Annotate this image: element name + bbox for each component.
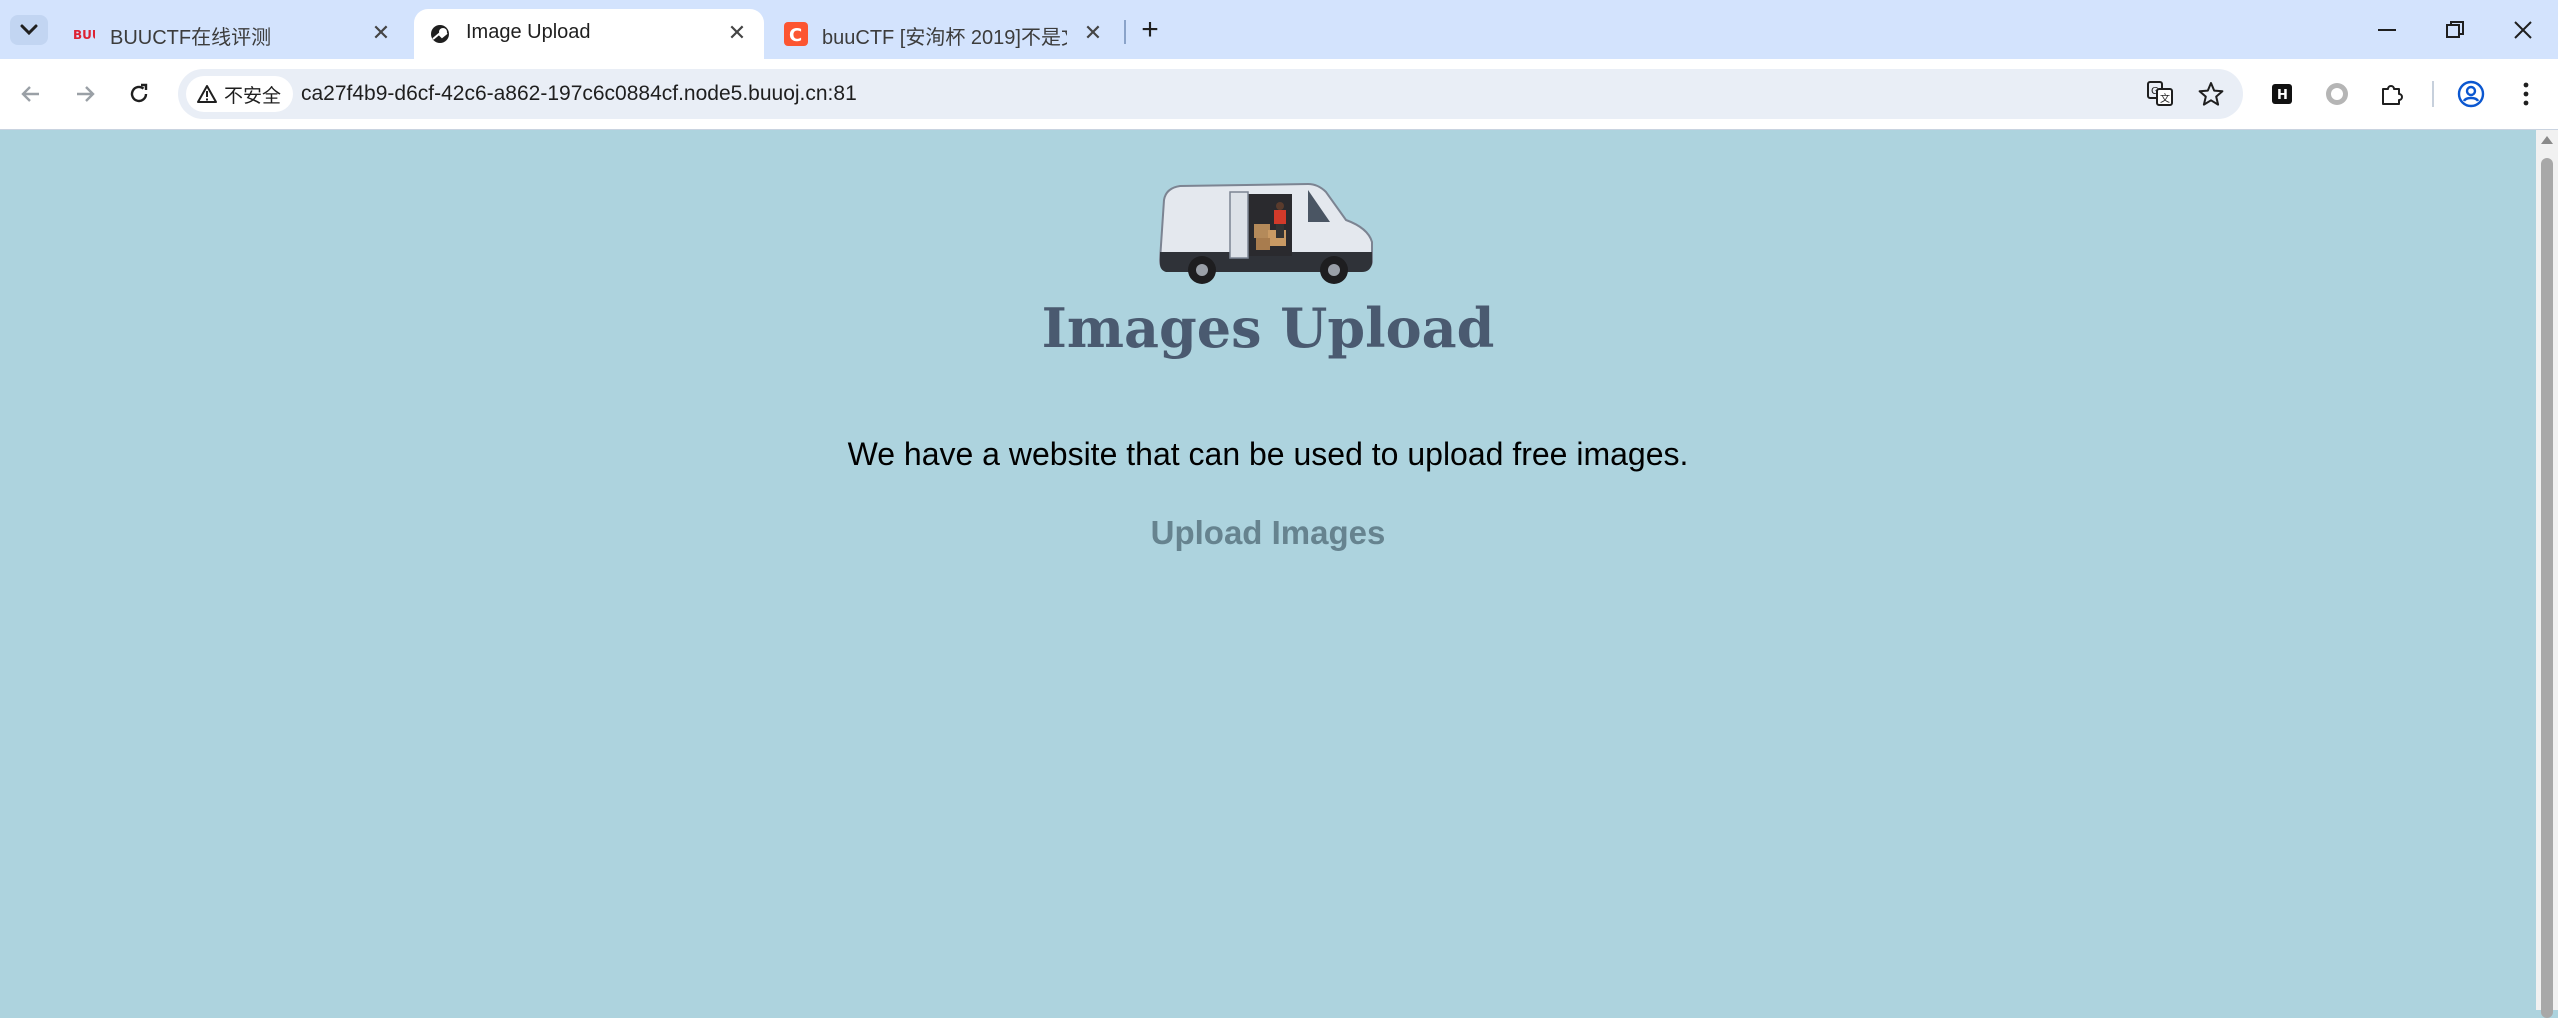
svg-text:文: 文 <box>2160 92 2170 105</box>
star-icon <box>2198 82 2224 106</box>
browser-toolbar: 不安全 ca27f4b9-d6cf-42c6-a862-197c6c0884cf… <box>0 59 2558 130</box>
more-vert-icon <box>2523 82 2529 106</box>
address-bar[interactable]: 不安全 ca27f4b9-d6cf-42c6-a862-197c6c0884cf… <box>178 69 2243 119</box>
tab-title: buuCTF [安洵杯 2019]不是文件 <box>822 27 1067 49</box>
profile-icon <box>2457 80 2485 108</box>
tab-title: BUUCTF在线评测 <box>110 27 272 49</box>
forward-button[interactable] <box>64 73 106 115</box>
buuctf-favicon: BUU <box>72 22 96 46</box>
security-label: 不安全 <box>224 85 282 107</box>
new-tab-button[interactable]: + <box>1133 13 1167 47</box>
close-tab-icon[interactable]: ✕ <box>1080 20 1106 46</box>
extension-circle-button[interactable] <box>2318 75 2356 113</box>
bookmark-button[interactable] <box>2194 77 2228 111</box>
profile-button[interactable] <box>2452 75 2490 113</box>
restore-button[interactable] <box>2420 0 2490 59</box>
translate-icon: G 文 <box>2147 81 2173 106</box>
tab-search-button[interactable] <box>10 15 48 45</box>
web-page: Images Upload We have a website that can… <box>0 130 2536 1010</box>
page-title: Images Upload <box>1041 296 1495 360</box>
toolbar-separator <box>2432 81 2434 107</box>
puzzle-icon <box>2382 85 2403 105</box>
close-tab-icon[interactable]: ✕ <box>724 20 750 46</box>
extensions-button[interactable] <box>2373 75 2411 113</box>
tab-strip: BUU BUUCTF在线评测 ✕ Image Upload ✕ C buuCTF… <box>0 0 2558 59</box>
tab-separator <box>1124 20 1126 44</box>
tab-title: Image Upload <box>466 21 591 43</box>
tab-image-upload[interactable]: Image Upload ✕ <box>414 9 764 59</box>
upload-images-link[interactable]: Upload Images <box>1120 514 1416 552</box>
svg-text:G: G <box>2151 86 2159 97</box>
arrow-right-icon <box>77 86 95 102</box>
svg-text:H: H <box>2277 88 2288 103</box>
csdn-favicon: C <box>784 22 808 46</box>
tab-buuctf[interactable]: BUU BUUCTF在线评测 ✕ <box>58 9 408 59</box>
scroll-up-arrow-icon[interactable] <box>2541 136 2553 144</box>
h-extension-icon: H <box>2272 84 2292 104</box>
translate-button[interactable]: G 文 <box>2143 77 2177 111</box>
restore-icon <box>2446 20 2464 38</box>
close-icon <box>2514 20 2532 39</box>
svg-text:C: C <box>789 25 802 46</box>
image-upload-favicon <box>428 22 452 46</box>
extension-h-button[interactable]: H <box>2263 75 2301 113</box>
warning-icon <box>197 85 217 103</box>
menu-button[interactable] <box>2507 75 2545 113</box>
tab-csdn[interactable]: C buuCTF [安洵杯 2019]不是文件 ✕ <box>770 9 1120 59</box>
close-window-button[interactable] <box>2488 0 2558 59</box>
reload-icon <box>130 83 148 103</box>
svg-text:BUU: BUU <box>73 28 95 41</box>
page-scrollbar[interactable] <box>2536 130 2558 1018</box>
security-chip[interactable]: 不安全 <box>186 76 294 112</box>
circle-extension-icon <box>2326 83 2348 105</box>
reload-button[interactable] <box>118 73 160 115</box>
arrow-left-icon <box>21 86 39 102</box>
scrollbar-thumb[interactable] <box>2541 158 2553 1018</box>
delivery-van-image <box>1158 182 1373 284</box>
chevron-down-icon <box>20 24 38 36</box>
back-button[interactable] <box>10 73 52 115</box>
url-text[interactable]: ca27f4b9-d6cf-42c6-a862-197c6c0884cf.nod… <box>301 82 857 106</box>
minimize-icon <box>2378 28 2396 31</box>
minimize-button[interactable] <box>2352 0 2422 59</box>
close-tab-icon[interactable]: ✕ <box>368 20 394 46</box>
intro-text: We have a website that can be used to up… <box>847 436 1689 472</box>
